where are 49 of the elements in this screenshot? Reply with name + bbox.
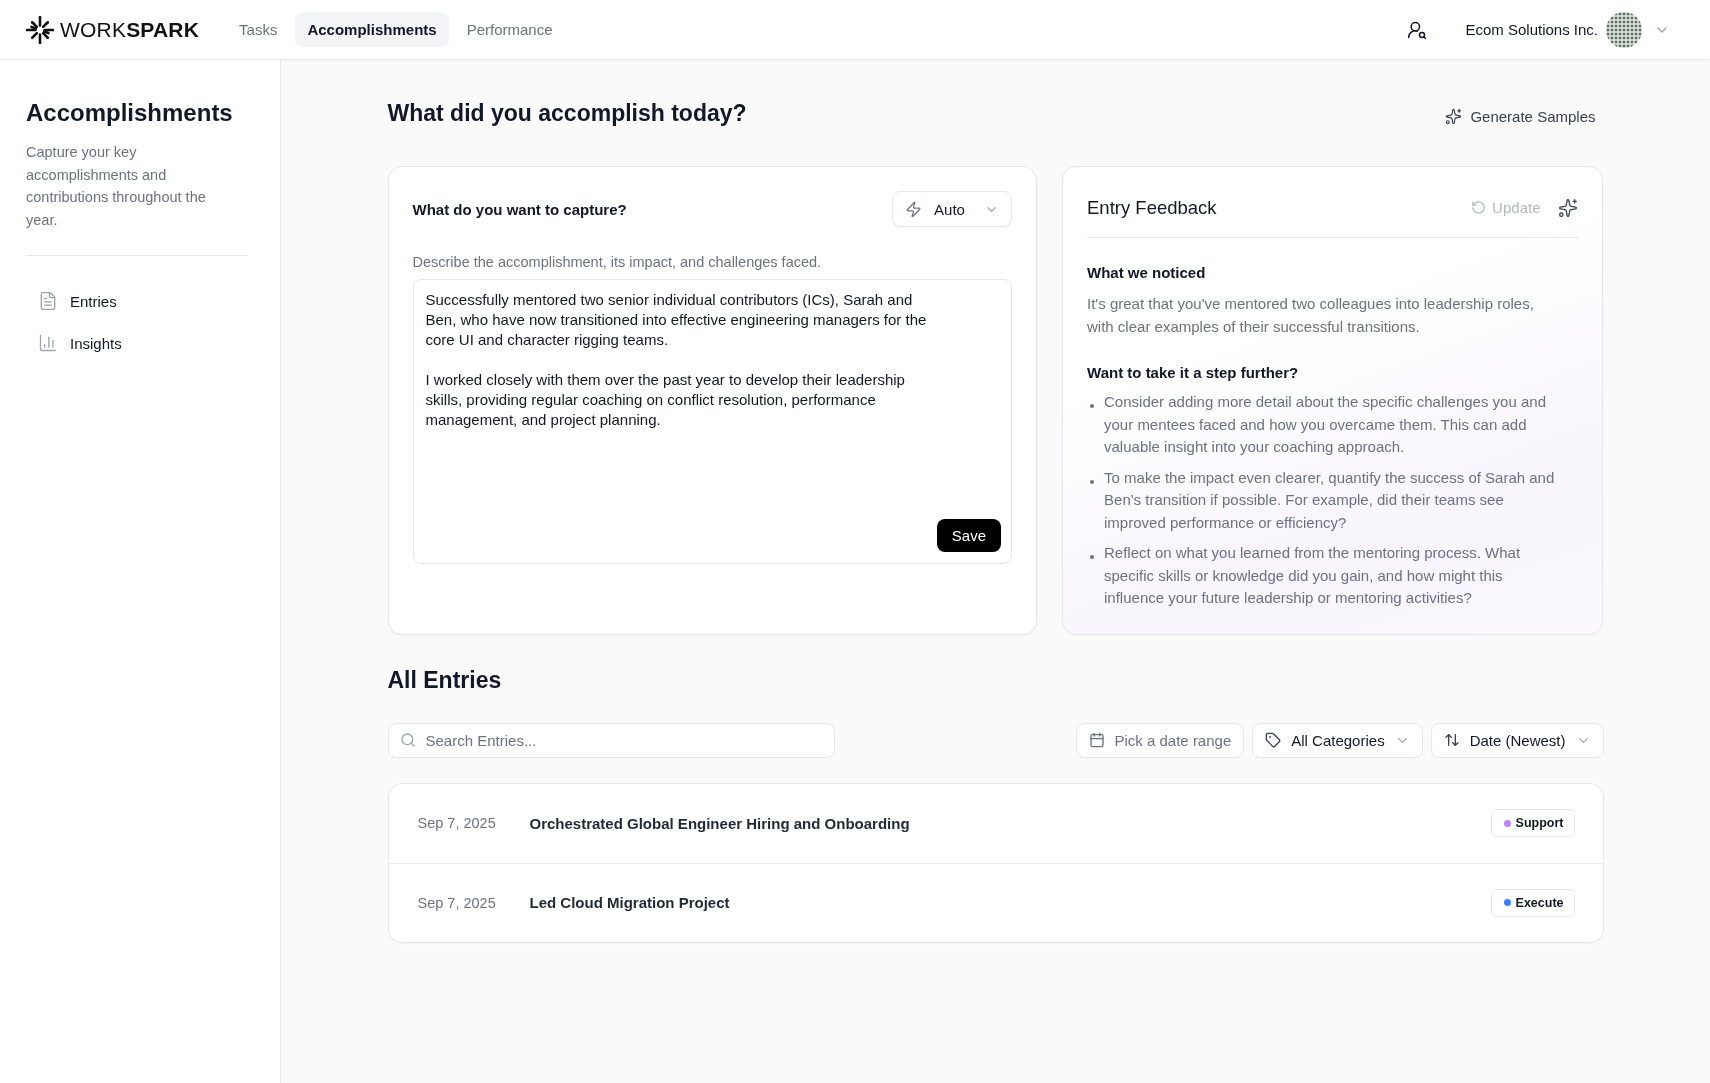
date-range-picker[interactable]: Pick a date range	[1075, 722, 1245, 758]
entry-date: Sep 7, 2025	[417, 815, 497, 831]
bar-chart-icon	[38, 333, 58, 353]
organization-name[interactable]: Ecom Solutions Inc.	[1465, 21, 1598, 38]
sparkle-icon[interactable]	[1558, 197, 1579, 218]
category-label: Execute	[1515, 895, 1564, 910]
section-title: All Entries	[387, 666, 503, 694]
document-icon	[38, 291, 58, 311]
sort-dropdown[interactable]: Date (Newest)	[1430, 722, 1604, 758]
feedback-title: Entry Feedback	[1087, 196, 1218, 219]
tag-icon	[1265, 732, 1282, 748]
generate-samples-button[interactable]: Generate Samples	[1437, 101, 1604, 131]
entry-date: Sep 7, 2025	[417, 894, 497, 911]
calendar-icon	[1088, 732, 1105, 748]
page-title: What did you accomplish today?	[387, 99, 747, 127]
capture-title: What do you want to capture?	[412, 200, 627, 218]
burst-logo-icon	[26, 15, 54, 44]
field-description: Describe the accomplishment, its impact, and challenges faced.	[412, 254, 823, 270]
patterned-avatar-icon[interactable]	[1606, 11, 1642, 48]
lightning-icon	[905, 200, 923, 218]
nav-tab[interactable]: Tasks	[227, 12, 290, 47]
bullet-icon	[1090, 555, 1095, 559]
category-filter[interactable]: All Categories	[1252, 722, 1423, 758]
sidebar-description: Capture your key accomplishments and contributions throughout the year.	[26, 143, 207, 230]
entry-title[interactable]: Led Cloud Migration Project	[529, 894, 1491, 911]
sort-arrows-icon	[1443, 732, 1460, 748]
sparkle-icon	[1445, 107, 1463, 125]
entry-title[interactable]: Orchestrated Global Engineer Hiring and Onboarding	[529, 814, 1491, 832]
suggestion-text: Consider adding more detail about the specific challenges you and your mentees faced and how you overcame them. This can add valuable insight into your coaching approach.	[1104, 392, 1547, 457]
sidebar-title: Accomplishments	[26, 99, 234, 127]
section-heading: What we noticed	[1087, 264, 1207, 281]
nav-tab[interactable]: Performance	[454, 12, 565, 47]
bullet-icon	[1090, 404, 1095, 408]
refresh-icon	[1471, 200, 1487, 215]
search-field[interactable]: Search Entries...	[387, 722, 835, 758]
feedback-text: It's great that you've mentored two colleagues into leadership roles, with clear examples of their successful transitions.	[1087, 294, 1535, 337]
sidebar-item[interactable]: Insights	[26, 322, 247, 364]
sidebar-item[interactable]: Entries	[26, 280, 247, 322]
suggestion-text: To make the impact even clearer, quantify the success of Sarah and Ben's transition if possible. For example, did their teams see improved performance or efficiency?	[1104, 467, 1556, 533]
category-label: Support	[1515, 816, 1564, 830]
suggestion-text: Reflect on what you learned from the mentoring process. What specific skills or knowledge did you gain, and how might this influence your future leadership or mentoring activities?	[1104, 543, 1522, 608]
bullet-icon	[1090, 479, 1095, 484]
section-heading: Want to take it a step further?	[1087, 364, 1300, 381]
nav-tab[interactable]: Accomplishments	[295, 12, 449, 47]
user-search-icon[interactable]	[1407, 19, 1428, 40]
brand-name: WORKSPARK	[60, 17, 200, 42]
search-icon	[399, 732, 416, 748]
save-button[interactable]: Save	[936, 519, 1002, 552]
mode-dropdown[interactable]: Auto	[892, 191, 1013, 227]
